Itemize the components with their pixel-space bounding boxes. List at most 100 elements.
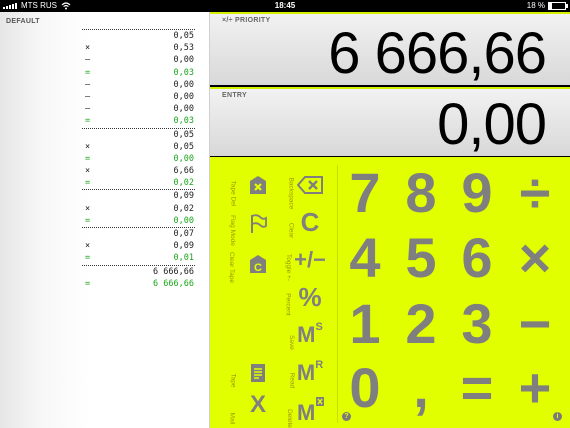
mail-button[interactable]: X — [246, 391, 270, 419]
tape-line[interactable]: 0,05 — [82, 127, 195, 141]
tape-line-value: 0,53 — [173, 43, 194, 54]
tape-delete-icon — [250, 176, 266, 194]
key-multiply[interactable]: × — [508, 227, 562, 289]
tape-line-value: 0,02 — [173, 203, 194, 214]
info-icon[interactable]: i — [553, 412, 562, 421]
tape-line[interactable]: — 0,00 — [82, 79, 195, 91]
key-3[interactable]: 3 — [450, 293, 504, 355]
tape-line[interactable]: × 0,05 — [82, 141, 195, 153]
tape-line-operator: — — [85, 91, 91, 102]
tape-list[interactable]: 0,05 × 0,53—0,00 = 0,03—0,00—0,00—0,00 = 0,03 0… — [82, 29, 195, 290]
tape-line-value: 6 666,66 — [153, 266, 194, 277]
label-percent: Percent — [284, 293, 292, 316]
key-9[interactable]: 9 — [450, 162, 504, 224]
keypad: Tape Del Flag Mode Clear Tape Tape Mail … — [210, 157, 570, 428]
tape-panel[interactable]: DEFAULT 0,05 × 0,53 — 0,00 = 0,03 — 0,00 — 0,00 — 0,… — [0, 12, 210, 428]
tape-line[interactable]: × 6,66 — [82, 165, 195, 177]
tape-line-value: 0,05 — [173, 31, 194, 41]
clear-button[interactable]: C — [296, 206, 324, 238]
key-5[interactable]: 5 — [394, 227, 448, 289]
tape-line-value: 0,00 — [173, 104, 194, 115]
tape-line[interactable]: = 0,03 — [82, 115, 195, 127]
key-6[interactable]: 6 — [450, 227, 504, 289]
key-2[interactable]: 2 — [394, 293, 448, 355]
tape-line-value: 0,03 — [173, 67, 194, 78]
tape-line[interactable]: = 0,03 — [82, 67, 195, 79]
tape-line[interactable]: 0,09 — [82, 189, 195, 202]
tape-line[interactable]: × 0,53 — [82, 42, 195, 54]
tape-line-operator: × — [85, 43, 91, 54]
tape-line-value: 0,00 — [173, 215, 194, 226]
clear-tape-button[interactable]: C — [248, 253, 268, 275]
label-tape-del: Tape Del — [229, 180, 237, 207]
tape-line-operator: — — [85, 79, 91, 90]
tape-line-value: 0,09 — [173, 241, 194, 252]
tape-line[interactable]: — 0,00 — [82, 54, 195, 66]
tape-line-operator: = — [85, 67, 91, 78]
status-bar: MTS RUS 18:45 18 % — [0, 0, 570, 12]
tape-line-value: 0,03 — [173, 116, 194, 127]
priority-display: ×/÷ PRIORITY 6 666,66 — [210, 12, 570, 86]
key-0[interactable]: 0 — [338, 357, 392, 419]
key-8[interactable]: 8 — [394, 162, 448, 224]
priority-label: ×/÷ PRIORITY — [222, 17, 271, 24]
memory-read-glyph: M — [296, 360, 316, 385]
help-icon[interactable]: ? — [342, 412, 351, 421]
memory-save-sup: S — [315, 321, 323, 333]
tape-line[interactable]: 0,07 — [82, 227, 195, 240]
key-divide[interactable]: ÷ — [508, 162, 562, 224]
battery-percent: 18 % — [526, 1, 545, 10]
tape-line-operator: × — [85, 141, 91, 152]
tape-line[interactable]: 0,05 — [82, 29, 195, 42]
tape-line[interactable]: 6 666,66 — [82, 264, 195, 278]
key-4[interactable]: 4 — [338, 227, 392, 289]
tape-line[interactable]: = 0,01 — [82, 252, 195, 264]
percent-button[interactable]: % — [294, 279, 326, 315]
key-1[interactable]: 1 — [338, 293, 392, 355]
tape-line-value: 0,09 — [173, 191, 194, 202]
key-plus[interactable]: + — [508, 357, 562, 419]
tape-export-icon — [251, 364, 265, 382]
key-7[interactable]: 7 — [338, 162, 392, 224]
tape-line[interactable]: = 0,02 — [82, 177, 195, 189]
calculator-panel: ×/÷ PRIORITY 6 666,66 ENTRY 0,00 Tape De… — [210, 12, 570, 428]
tape-line-value: 0,05 — [173, 129, 194, 140]
tape-line[interactable]: — 0,00 — [82, 103, 195, 115]
key-minus[interactable]: − — [508, 293, 562, 355]
tape-line-operator: = — [85, 116, 91, 127]
backspace-icon — [297, 176, 323, 194]
memory-read-button[interactable]: MR — [294, 355, 326, 391]
tape-line-value: 0,05 — [173, 141, 194, 152]
tape-delete-button[interactable] — [248, 174, 268, 196]
tape-line[interactable]: = 0,00 — [82, 153, 195, 165]
memory-save-button[interactable]: MS — [294, 317, 326, 353]
battery-group: 18 % — [526, 1, 568, 10]
label-backspace: Backspace — [287, 177, 295, 210]
flag-mode-button[interactable] — [248, 213, 268, 235]
tape-line-value: 0,07 — [173, 229, 194, 239]
key-equals[interactable]: = — [450, 357, 504, 419]
tape-line-operator: — — [85, 55, 91, 66]
toggle-sign-button[interactable]: +/− — [294, 244, 326, 276]
tape-line[interactable]: × 0,02 — [82, 203, 195, 215]
battery-icon — [548, 1, 568, 10]
entry-value: 0,00 — [437, 92, 547, 157]
tape-line[interactable]: = 0,00 — [82, 215, 195, 227]
memory-delete-button[interactable]: M — [294, 393, 326, 425]
tape-line-operator: = — [85, 278, 91, 289]
tape-line-operator: = — [85, 215, 91, 226]
tape-line-value: 6 666,66 — [153, 278, 194, 289]
tape-line-operator: = — [85, 253, 91, 264]
label-clear-tape: Clear Tape — [228, 251, 236, 284]
tape-line[interactable]: = 6 666,66 — [82, 278, 195, 290]
backspace-button[interactable] — [296, 173, 324, 197]
tape-line-value: 0,00 — [173, 55, 194, 66]
priority-value: 6 666,66 — [328, 21, 547, 86]
key-comma[interactable]: , — [394, 357, 448, 419]
clear-tape-icon: C — [250, 255, 266, 274]
tape-export-button[interactable] — [248, 362, 268, 384]
label-mail: Mail — [228, 412, 236, 425]
tape-line[interactable]: — 0,00 — [82, 91, 195, 103]
tape-line[interactable]: × 0,09 — [82, 240, 195, 252]
entry-label: ENTRY — [222, 92, 247, 99]
